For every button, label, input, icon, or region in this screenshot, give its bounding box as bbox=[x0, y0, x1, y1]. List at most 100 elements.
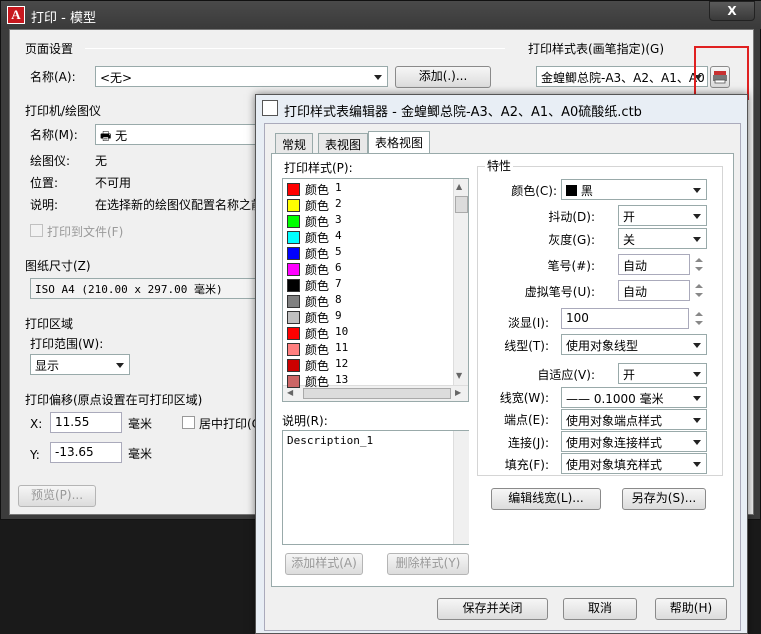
endstyle-value: 使用对象端点样式 bbox=[566, 414, 663, 428]
color-label: 颜色(C): bbox=[511, 184, 557, 198]
print-dialog-titlebar[interactable]: A 打印 - 模型 X bbox=[1, 1, 761, 29]
virtual-pen-spinner[interactable] bbox=[691, 280, 707, 301]
dither-value: 开 bbox=[623, 210, 636, 224]
plot-style-row[interactable]: 颜色 1 bbox=[283, 181, 453, 197]
plot-range-dropdown[interactable]: 显示 bbox=[30, 354, 130, 375]
plot-style-number: 7 bbox=[335, 277, 342, 290]
plot-style-table-icon bbox=[262, 100, 278, 116]
plotter-section-label: 打印机/绘图仪 bbox=[25, 104, 102, 118]
editor-body: 常规 表视图 表格视图 打印样式(P): ▲ ▼ ◀ ▶ 颜色 1 颜色 2 颜色 3 颜色… bbox=[264, 123, 741, 631]
add-style-button[interactable]: 添加样式(A) bbox=[285, 553, 363, 575]
scroll-left-icon[interactable]: ◀ bbox=[287, 388, 293, 397]
plot-style-row[interactable]: 颜色 11 bbox=[283, 341, 453, 357]
grayscale-label: 灰度(G): bbox=[548, 233, 595, 247]
dither-dropdown[interactable]: 开 bbox=[618, 205, 707, 226]
description-field-label: 说明(R): bbox=[282, 414, 328, 428]
scroll-up-icon[interactable]: ▲ bbox=[456, 182, 462, 191]
save-as-button[interactable]: 另存为(S)... bbox=[622, 488, 706, 510]
plot-style-row[interactable]: 颜色 4 bbox=[283, 229, 453, 245]
delete-style-button[interactable]: 删除样式(Y) bbox=[387, 553, 469, 575]
tab-general[interactable]: 常规 bbox=[275, 133, 314, 153]
plot-style-row[interactable]: 颜色 3 bbox=[283, 213, 453, 229]
plot-style-row[interactable]: 颜色 6 bbox=[283, 261, 453, 277]
autocad-app-icon: A bbox=[7, 6, 25, 24]
center-plot-checkbox[interactable] bbox=[182, 416, 195, 429]
fillstyle-dropdown[interactable]: 使用对象填充样式 bbox=[561, 453, 707, 474]
chevron-down-icon bbox=[690, 182, 704, 197]
color-swatch-icon bbox=[287, 183, 300, 196]
print-to-file-label: 打印到文件(F) bbox=[47, 225, 124, 239]
joinstyle-value: 使用对象连接样式 bbox=[566, 436, 663, 450]
scroll-thumb[interactable] bbox=[455, 196, 468, 213]
lineweight-dropdown[interactable]: —— 0.1000 毫米 bbox=[561, 387, 707, 408]
offset-x-input[interactable]: 11.55 bbox=[50, 412, 122, 433]
page-setup-add-button[interactable]: 添加(.)... bbox=[395, 66, 491, 88]
virtual-pen-label: 虚拟笔号(U): bbox=[524, 285, 595, 299]
grayscale-dropdown[interactable]: 关 bbox=[618, 228, 707, 249]
pen-number-input[interactable]: 自动 bbox=[618, 254, 690, 275]
plot-style-name: 颜色 bbox=[305, 199, 330, 213]
color-swatch-icon bbox=[287, 327, 300, 340]
description-scrollbar[interactable] bbox=[453, 431, 469, 544]
color-dropdown[interactable]: 黑 bbox=[561, 179, 707, 200]
page-setup-name-value: <无> bbox=[100, 71, 133, 85]
plot-style-number: 4 bbox=[335, 229, 342, 242]
color-swatch-icon bbox=[287, 231, 300, 244]
joinstyle-dropdown[interactable]: 使用对象连接样式 bbox=[561, 431, 707, 452]
chevron-down-icon bbox=[690, 208, 704, 223]
plot-style-row[interactable]: 颜色 9 bbox=[283, 309, 453, 325]
linetype-dropdown[interactable]: 使用对象线型 bbox=[561, 334, 707, 355]
lineweight-label: 线宽(W): bbox=[499, 391, 549, 405]
description-textarea[interactable]: Description_1 bbox=[282, 430, 469, 545]
plot-style-name: 颜色 bbox=[305, 343, 330, 357]
plot-style-row[interactable]: 颜色 13 bbox=[283, 373, 453, 389]
offset-y-input[interactable]: -13.65 bbox=[50, 442, 122, 463]
plot-style-name: 颜色 bbox=[305, 295, 330, 309]
close-button[interactable]: X bbox=[709, 1, 755, 21]
screening-input[interactable]: 100 bbox=[561, 308, 689, 329]
tab-form-view[interactable]: 表格视图 bbox=[368, 131, 431, 154]
help-button[interactable]: 帮助(H) bbox=[655, 598, 727, 620]
description-value: 在选择新的绘图仪配置名称之前 bbox=[95, 198, 257, 212]
plot-style-list[interactable]: ▲ ▼ ◀ ▶ 颜色 1 颜色 2 颜色 3 颜色 4 颜色 5 颜色 6 颜色 7 颜色 8 颜色 9 颜色 10 颜… bbox=[282, 178, 469, 402]
editor-title[interactable]: 打印样式表编辑器 - 金蝗鲫总院-A3、A2、A1、A0硫酸纸.ctb bbox=[284, 101, 642, 120]
tab-table-view[interactable]: 表视图 bbox=[318, 133, 369, 153]
plot-style-table-dropdown[interactable]: 金蝗鲫总院-A3、A2、A1、A0 bbox=[536, 66, 708, 87]
chevron-down-icon bbox=[690, 337, 704, 352]
plot-style-row[interactable]: 颜色 7 bbox=[283, 277, 453, 293]
paper-size-value: ISO A4 (210.00 x 297.00 毫米) bbox=[35, 283, 223, 296]
page-setup-name-dropdown[interactable]: <无> bbox=[95, 66, 388, 87]
cancel-button[interactable]: 取消 bbox=[563, 598, 637, 620]
plot-style-number: 13 bbox=[335, 373, 349, 386]
plot-style-row[interactable]: 颜色 10 bbox=[283, 325, 453, 341]
edit-lineweights-button[interactable]: 编辑线宽(L)... bbox=[491, 488, 601, 510]
virtual-pen-input[interactable]: 自动 bbox=[618, 280, 690, 301]
scroll-down-icon[interactable]: ▼ bbox=[456, 371, 462, 380]
plot-style-row[interactable]: 颜色 12 bbox=[283, 357, 453, 373]
chevron-down-icon bbox=[690, 434, 704, 449]
preview-button[interactable]: 预览(P)... bbox=[18, 485, 96, 507]
location-value: 不可用 bbox=[95, 176, 132, 190]
divider bbox=[85, 48, 505, 49]
scroll-right-icon[interactable]: ▶ bbox=[455, 388, 461, 397]
plot-style-number: 3 bbox=[335, 213, 342, 226]
plot-style-row[interactable]: 颜色 8 bbox=[283, 293, 453, 309]
paper-size-dropdown[interactable]: ISO A4 (210.00 x 297.00 毫米) bbox=[30, 278, 260, 299]
plot-style-number: 6 bbox=[335, 261, 342, 274]
save-and-close-button[interactable]: 保存并关闭 bbox=[437, 598, 548, 620]
adaptive-dropdown[interactable]: 开 bbox=[618, 363, 707, 384]
pen-number-spinner[interactable] bbox=[691, 254, 707, 275]
plotter-name-dropdown[interactable]: 🖶 无 bbox=[95, 124, 265, 145]
color-swatch-icon bbox=[287, 247, 300, 260]
chevron-down-icon bbox=[113, 357, 127, 372]
print-to-file-checkbox[interactable] bbox=[30, 224, 43, 237]
endstyle-dropdown[interactable]: 使用对象端点样式 bbox=[561, 409, 707, 430]
style-list-vertical-scrollbar[interactable]: ▲ ▼ bbox=[453, 179, 468, 385]
print-dialog-title: 打印 - 模型 bbox=[31, 11, 96, 26]
plot-style-row[interactable]: 颜色 2 bbox=[283, 197, 453, 213]
plot-style-name: 颜色 bbox=[305, 311, 330, 325]
screening-spinner[interactable] bbox=[691, 308, 707, 329]
plot-style-name: 颜色 bbox=[305, 215, 330, 229]
plot-style-name: 颜色 bbox=[305, 247, 330, 261]
plot-style-row[interactable]: 颜色 5 bbox=[283, 245, 453, 261]
